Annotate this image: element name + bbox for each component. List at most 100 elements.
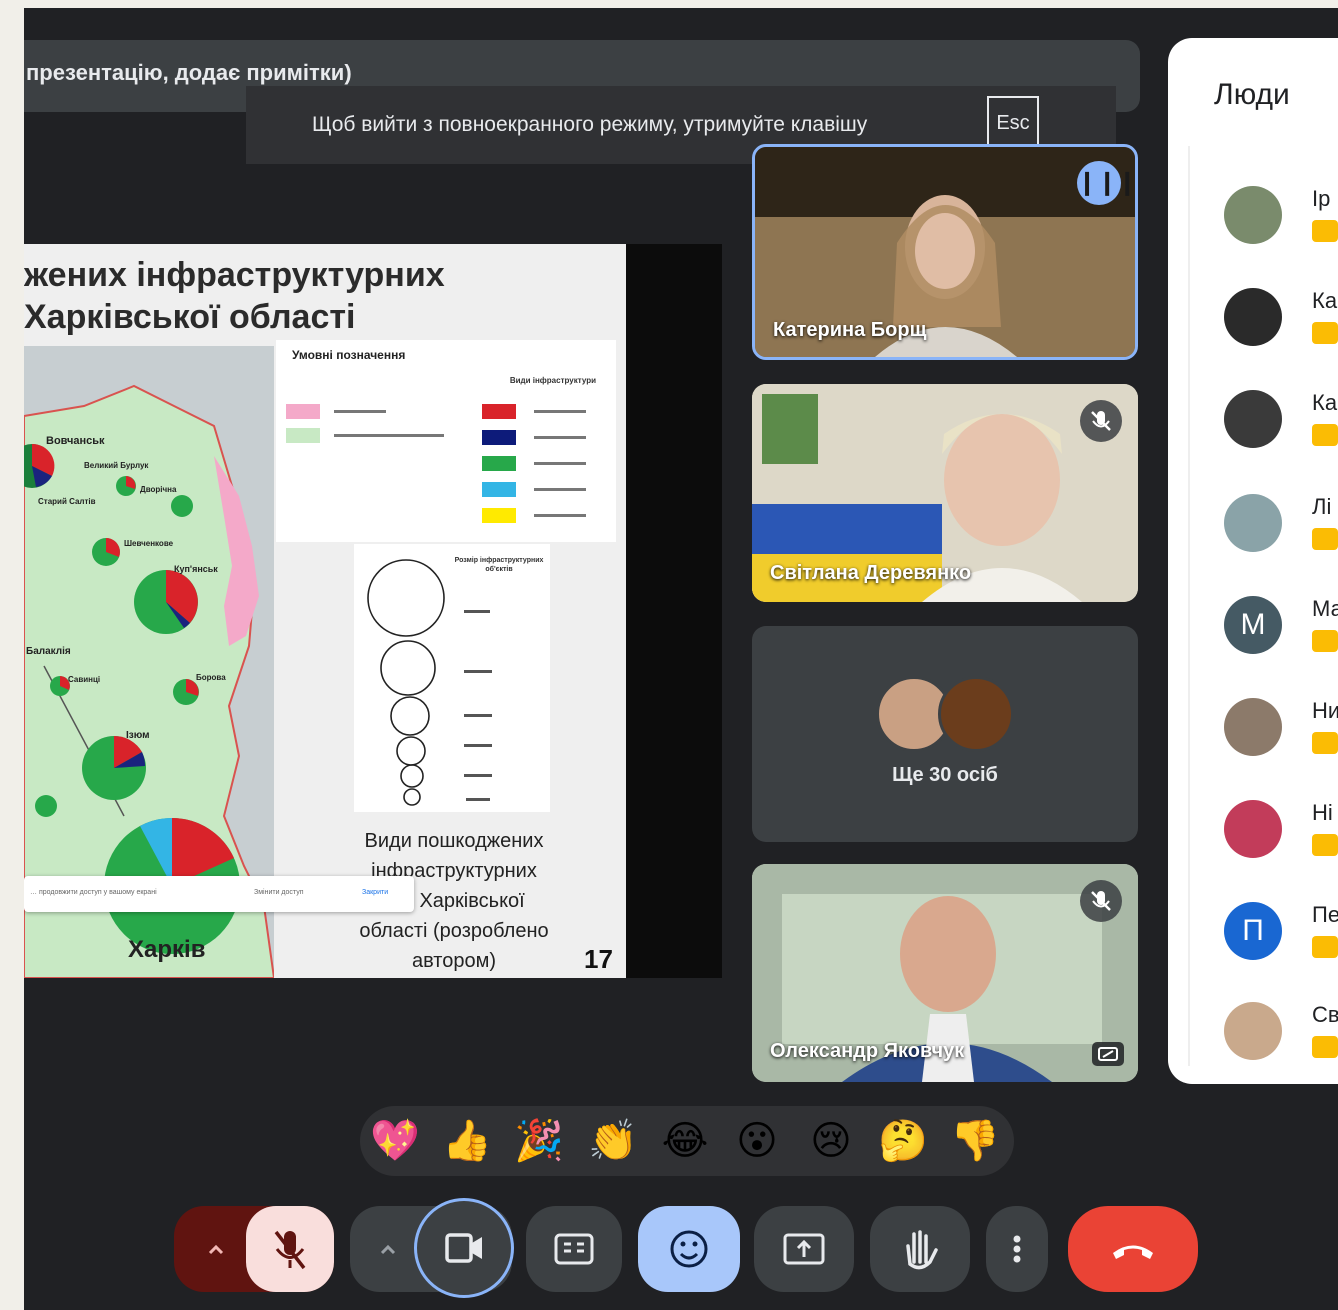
map-label: Великий Бурлук <box>84 461 149 470</box>
speaking-indicator-icon: ❙❙❙ <box>1077 161 1135 205</box>
esc-key: Esc <box>987 96 1039 150</box>
thumbs-down-emoji-button[interactable]: 👎 <box>950 1116 1000 1166</box>
thumbs-up-emoji-button[interactable]: 👍 <box>442 1116 492 1166</box>
camera-options-chevron-icon[interactable] <box>362 1232 414 1266</box>
mic-off-icon <box>1080 880 1122 922</box>
map-label: Шевченкове <box>124 539 174 548</box>
legend-swatch <box>286 404 320 419</box>
share-popup: … продовжити доступ у вашому екрані Змін… <box>24 876 414 912</box>
participant-list-name: Ка <box>1312 288 1338 313</box>
legend-text <box>534 436 586 439</box>
map-label: Балаклія <box>26 646 71 657</box>
share-popup-change-button[interactable]: Змінити доступ <box>254 889 304 896</box>
participant-badge <box>1312 936 1338 958</box>
end-call-button[interactable] <box>1068 1206 1198 1292</box>
legend-text <box>534 488 586 491</box>
mic-toggle-button[interactable] <box>246 1206 334 1292</box>
participant-list-item[interactable]: М Ма <box>1224 596 1338 676</box>
thinking-emoji-button[interactable]: 🤔 <box>878 1116 928 1166</box>
participant-name: Олександр Яковчук <box>770 1040 965 1062</box>
participant-list-item[interactable]: Св <box>1224 1002 1338 1082</box>
size-legend-circles <box>367 559 492 806</box>
camera-toggle-button[interactable] <box>414 1198 514 1298</box>
legend-text <box>534 462 586 465</box>
raise-hand-button[interactable] <box>870 1206 970 1292</box>
map-label: Старий Салтів <box>38 497 96 506</box>
map-label: Куп'янськ <box>174 564 218 574</box>
mic-control-group <box>174 1206 334 1292</box>
slide-letterbox <box>626 244 722 978</box>
legend-text <box>534 514 586 517</box>
present-screen-button[interactable] <box>754 1206 854 1292</box>
fullscreen-hint-text: Щоб вийти з повноекранного режиму, утрим… <box>312 113 868 136</box>
share-popup-close-button[interactable]: Закрити <box>362 889 388 896</box>
more-participants-tile[interactable]: Ще 30 осіб <box>752 626 1138 842</box>
participant-list-item[interactable]: Ір <box>1224 186 1338 266</box>
avatar <box>1224 1002 1282 1060</box>
surprised-emoji-button[interactable]: 😮 <box>732 1116 782 1166</box>
avatar-initial: П <box>1224 902 1282 960</box>
participant-list-item[interactable]: Лі <box>1224 494 1338 574</box>
participant-list-name: Ни <box>1312 698 1338 723</box>
map-label: Дворічна <box>140 485 177 494</box>
hang-up-icon <box>1113 1245 1153 1259</box>
participant-tile[interactable]: Олександр Яковчук <box>752 864 1138 1082</box>
legend-subtitle: Види інфраструктури <box>509 376 596 385</box>
participant-avatar <box>938 676 1014 752</box>
participant-name: Катерина Борщ <box>773 319 927 341</box>
legend-text <box>534 410 586 413</box>
avatar <box>1224 494 1282 552</box>
more-options-button[interactable] <box>986 1206 1048 1292</box>
video-camera-icon <box>445 1233 482 1263</box>
participant-badge <box>1312 220 1338 242</box>
avatar-initial: М <box>1224 596 1282 654</box>
legend-text <box>334 410 386 413</box>
participant-tile[interactable]: Світлана Деревянко <box>752 384 1138 602</box>
participant-tile[interactable]: ❙❙❙ Катерина Борщ <box>752 144 1138 360</box>
tile-options-icon[interactable] <box>1092 1042 1124 1066</box>
laugh-emoji-button[interactable]: 😂 <box>660 1116 710 1166</box>
reactions-bar: 💖 👍 🎉 👏 😂 😮 😢 🤔 👎 <box>360 1106 1014 1176</box>
slide-title-line1: жених інфраструктурних <box>24 256 445 294</box>
participant-badge <box>1312 630 1338 652</box>
participant-list-item[interactable]: Ка <box>1224 288 1338 368</box>
clap-emoji-button[interactable]: 👏 <box>588 1116 638 1166</box>
avatar <box>1224 288 1282 346</box>
participant-badge <box>1312 528 1338 550</box>
map-legend: Умовні позначення Види інфраструктури <box>276 340 616 542</box>
sad-emoji-button[interactable]: 😢 <box>806 1116 856 1166</box>
mic-options-chevron-icon[interactable] <box>186 1232 246 1266</box>
captions-button[interactable] <box>526 1206 622 1292</box>
participant-list-item[interactable]: Ни <box>1224 698 1338 778</box>
more-vert-icon <box>1013 1235 1021 1263</box>
participant-list-item[interactable]: Ка <box>1224 390 1338 470</box>
legend-swatch <box>482 456 516 471</box>
meet-window: презентацію, додає примітки) жених інфра… <box>24 8 1338 1310</box>
legend-swatch <box>286 428 320 443</box>
closed-captions-icon <box>554 1233 594 1265</box>
legend-text <box>334 434 444 437</box>
party-emoji-button[interactable]: 🎉 <box>514 1116 564 1166</box>
participant-badge <box>1312 322 1338 344</box>
participant-list-name: Ка <box>1312 390 1338 415</box>
size-legend: Розмір інфраструктурних об'єктів <box>354 544 550 812</box>
presentation-slide: жених інфраструктурних Харківської облас… <box>24 244 626 978</box>
participant-list-item[interactable]: П Пе <box>1224 902 1338 982</box>
share-popup-text: … продовжити доступ у вашому екрані <box>30 889 157 896</box>
participant-list-item[interactable]: Ні <box>1224 800 1338 880</box>
legend-swatch <box>482 482 516 497</box>
participant-list-name: Лі <box>1312 494 1332 519</box>
caption-line: Види пошкоджених <box>364 830 544 852</box>
people-panel: Люди Ір Ка Ка Лі М Ма Ни Ні П Пе Св <box>1168 38 1338 1084</box>
heart-emoji-button[interactable]: 💖 <box>370 1116 420 1166</box>
participant-name: Світлана Деревянко <box>770 562 972 584</box>
camera-control-group <box>350 1198 514 1298</box>
mic-off-icon <box>274 1230 306 1270</box>
caption-line: області (розроблено <box>359 920 549 942</box>
panel-divider <box>1188 146 1190 1066</box>
participant-list-name: Ір <box>1312 186 1331 211</box>
legend-swatch <box>482 508 516 523</box>
reactions-button[interactable] <box>638 1206 740 1292</box>
participant-badge <box>1312 1036 1338 1058</box>
map-city-label: Харків <box>128 936 206 963</box>
